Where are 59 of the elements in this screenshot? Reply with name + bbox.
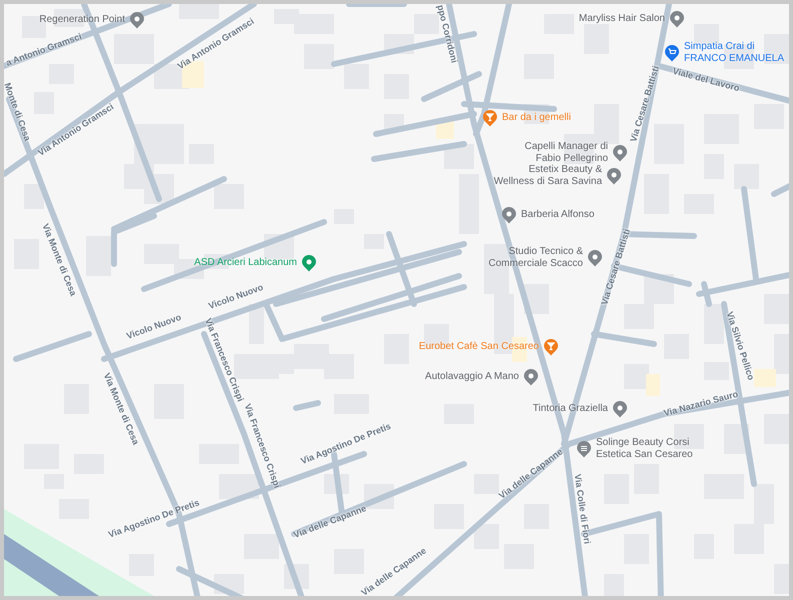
cart-pin-icon[interactable]	[664, 44, 680, 62]
place-pin-icon[interactable]	[576, 440, 592, 458]
street-label: Via Colle di Fiori	[572, 474, 592, 544]
building	[704, 304, 724, 344]
building	[384, 114, 404, 129]
place-label[interactable]: Maryliss Hair Salon	[578, 13, 665, 25]
lot	[646, 374, 660, 396]
building	[764, 294, 789, 324]
place-label[interactable]: Solinge Beauty Corsi Estetica San Cesareo	[596, 437, 693, 461]
place-label[interactable]: Regeneration Point	[39, 14, 125, 26]
place-label[interactable]: Tintoria Graziella	[532, 403, 608, 415]
building	[704, 362, 729, 380]
building	[764, 414, 789, 444]
place-label[interactable]: ASD Arcieri Labicanum	[194, 257, 297, 269]
place-pin-icon[interactable]	[612, 400, 628, 418]
place-pin-icon[interactable]	[523, 368, 539, 386]
building	[179, 4, 219, 19]
building	[474, 524, 499, 549]
street-label: Via Silvio Pellico	[724, 310, 756, 382]
building	[734, 164, 759, 189]
street-label: Vicolo Nuovo	[126, 312, 182, 342]
street-label: Via Cesare Battisti	[629, 64, 661, 144]
building	[754, 104, 784, 129]
street-label: Monte di Cesa	[4, 82, 32, 142]
place-pin-icon[interactable]	[669, 10, 685, 28]
building	[86, 236, 111, 276]
place-pin-icon[interactable]	[606, 167, 622, 185]
building	[304, 44, 334, 69]
place-label[interactable]: Barberia Alfonso	[521, 209, 594, 221]
street-label: Vicolo Nuovo	[208, 282, 264, 312]
place-label[interactable]: Capelli Manager di Fabio Pellegrino	[524, 141, 608, 165]
place-label[interactable]: Autolavaggio A Mano	[425, 371, 519, 383]
place-label[interactable]: Estetix Beauty & Wellness di Sara Savina	[494, 164, 602, 188]
building	[244, 534, 279, 559]
cup-pin-icon[interactable]	[482, 109, 498, 127]
street-label: Viale del Lavoro	[672, 66, 740, 94]
road	[346, 4, 407, 7]
place-pin-icon[interactable]	[501, 206, 517, 224]
building	[114, 34, 154, 64]
place-label[interactable]: Simpatia Crai di FRANCO EMANUELA	[684, 41, 784, 65]
street-label: Via Monte di Cesa	[40, 222, 78, 298]
lot	[754, 369, 776, 387]
building	[774, 564, 789, 594]
building	[344, 64, 369, 89]
building	[624, 364, 649, 389]
street-label: Via Nazario Sauro	[662, 390, 740, 418]
building	[214, 184, 244, 209]
place-pin-icon[interactable]	[587, 249, 603, 267]
place-pin-icon[interactable]	[612, 144, 628, 162]
place-label[interactable]: Studio Tecnico & Commerciale Scacco	[488, 246, 583, 270]
building	[604, 574, 624, 596]
place-pin-icon[interactable]	[129, 11, 145, 29]
building	[774, 334, 789, 374]
cup-pin-icon[interactable]	[543, 338, 559, 356]
place-pin-icon[interactable]	[301, 254, 317, 272]
street-label: Via Cesare Battisti	[600, 228, 632, 306]
building	[24, 184, 44, 209]
street-label: Via Monte di Cesa	[102, 372, 140, 446]
road	[771, 181, 789, 197]
